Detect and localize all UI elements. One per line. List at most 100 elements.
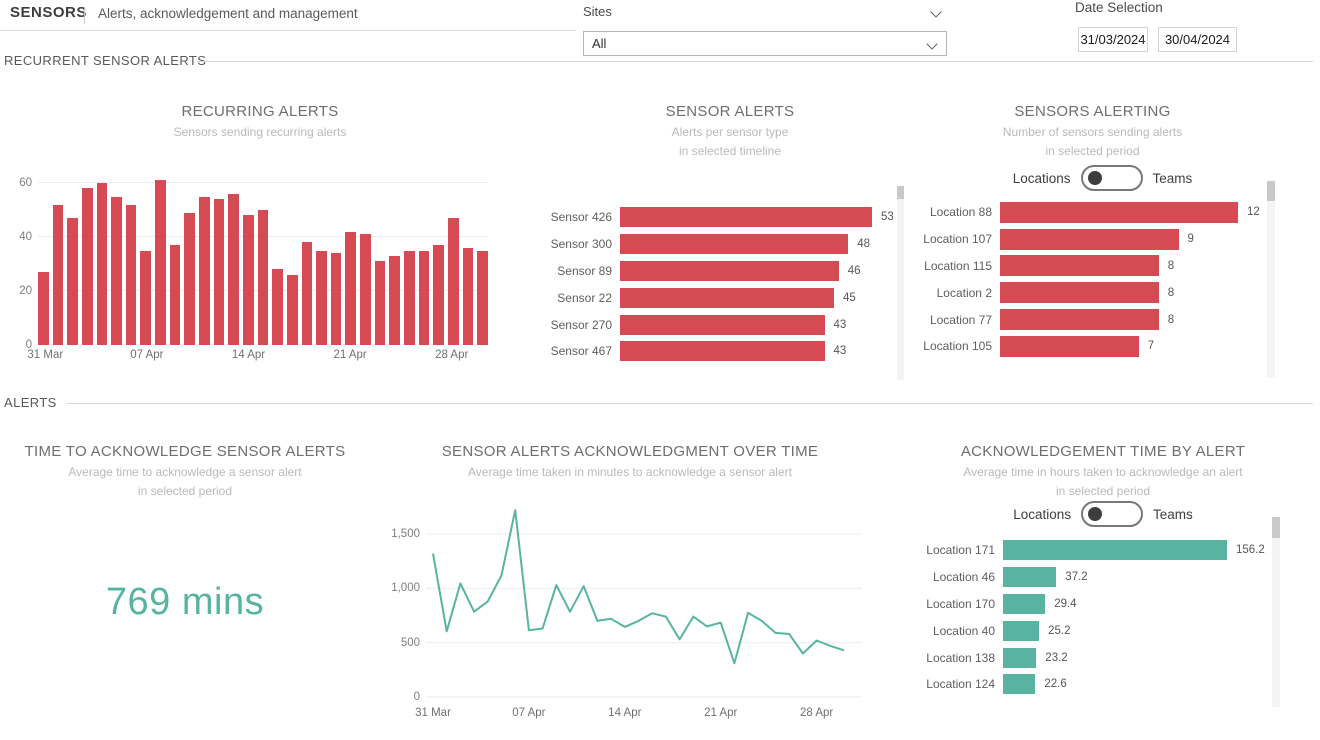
chart-subtitle: Sensors sending recurring alerts bbox=[10, 125, 510, 139]
bar[interactable] bbox=[1000, 229, 1179, 250]
scrollbar-thumb[interactable] bbox=[897, 186, 904, 199]
bar[interactable] bbox=[389, 256, 400, 345]
category-label: Sensor 89 bbox=[528, 264, 612, 278]
bar[interactable] bbox=[67, 218, 78, 345]
scrollbar[interactable] bbox=[897, 186, 904, 380]
x-tick-label: 28 Apr bbox=[800, 707, 833, 719]
bar[interactable] bbox=[184, 213, 195, 345]
bar[interactable] bbox=[1003, 567, 1056, 587]
bar[interactable] bbox=[1000, 202, 1238, 223]
bar[interactable] bbox=[126, 205, 137, 345]
value-label: 53 bbox=[881, 211, 894, 223]
bar[interactable] bbox=[1003, 621, 1039, 641]
bar[interactable] bbox=[404, 251, 415, 346]
bar-row: Location 13823.2 bbox=[895, 644, 1270, 671]
chart-title: ACKNOWLEDGEMENT TIME BY ALERT bbox=[895, 443, 1311, 460]
date-from-input[interactable]: 31/03/2024 bbox=[1078, 27, 1148, 52]
value-label: 8 bbox=[1168, 314, 1174, 326]
bar[interactable] bbox=[345, 232, 356, 345]
toggle-right-label[interactable]: Teams bbox=[1153, 171, 1193, 186]
toggle-knob bbox=[1088, 171, 1102, 185]
bar[interactable] bbox=[258, 210, 269, 345]
chart-acknowledgement-time-by-alert: ACKNOWLEDGEMENT TIME BY ALERT Average ti… bbox=[895, 435, 1320, 740]
bar[interactable] bbox=[243, 215, 254, 345]
bar[interactable] bbox=[228, 194, 239, 345]
bar-row: Sensor 426 53 bbox=[528, 204, 898, 231]
bar[interactable] bbox=[1000, 255, 1159, 276]
scrollbar[interactable] bbox=[1272, 517, 1280, 707]
bar-row: Location 1158 bbox=[915, 253, 1265, 280]
bar[interactable] bbox=[140, 251, 151, 346]
x-tick-label: 31 Mar bbox=[415, 707, 451, 719]
bar[interactable] bbox=[620, 207, 872, 227]
sites-dropdown[interactable]: All bbox=[583, 31, 947, 56]
category-label: Sensor 426 bbox=[528, 210, 612, 224]
bar[interactable] bbox=[360, 234, 371, 345]
bar[interactable] bbox=[214, 199, 225, 345]
bar[interactable] bbox=[1003, 540, 1227, 560]
bar[interactable] bbox=[97, 183, 108, 345]
scrollbar[interactable] bbox=[1267, 181, 1275, 378]
bar[interactable] bbox=[419, 251, 430, 346]
x-tick-label: 21 Apr bbox=[333, 349, 366, 361]
bar[interactable] bbox=[272, 269, 283, 345]
value-label: 25.2 bbox=[1048, 625, 1070, 637]
bar[interactable] bbox=[199, 197, 210, 346]
bar[interactable] bbox=[170, 245, 181, 345]
chevron-down-icon[interactable] bbox=[930, 6, 941, 17]
bar[interactable] bbox=[620, 315, 825, 335]
x-tick-label: 14 Apr bbox=[232, 349, 265, 361]
bar[interactable] bbox=[433, 245, 444, 345]
bar[interactable] bbox=[1003, 648, 1036, 668]
bar[interactable] bbox=[53, 205, 64, 345]
toggle-right-label[interactable]: Teams bbox=[1153, 507, 1193, 522]
toggle-left-label[interactable]: Locations bbox=[1013, 171, 1071, 186]
chart-subtitle: Alerts per sensor type bbox=[535, 125, 925, 139]
category-label: Sensor 300 bbox=[528, 237, 612, 251]
bar[interactable] bbox=[463, 248, 474, 345]
scrollbar-thumb[interactable] bbox=[1272, 517, 1280, 538]
bar-row: Location 17029.4 bbox=[895, 591, 1270, 618]
bar[interactable] bbox=[82, 188, 93, 345]
bar[interactable] bbox=[316, 251, 327, 346]
page-subtitle: Alerts, acknowledgement and management bbox=[98, 6, 358, 21]
toggle-left-label[interactable]: Locations bbox=[1013, 507, 1071, 522]
bar-row: Location 4025.2 bbox=[895, 617, 1270, 644]
bar[interactable] bbox=[1000, 282, 1159, 303]
line-series[interactable] bbox=[433, 510, 844, 663]
bar[interactable] bbox=[1003, 594, 1045, 614]
bar[interactable] bbox=[155, 180, 166, 345]
bar[interactable] bbox=[38, 272, 49, 345]
value-label: 156.2 bbox=[1236, 544, 1265, 556]
line-plot-area[interactable] bbox=[426, 505, 862, 701]
chart-subtitle: Average time in hours taken to acknowled… bbox=[895, 465, 1311, 479]
x-axis: 31 Mar07 Apr14 Apr21 Apr28 Apr bbox=[426, 707, 862, 723]
chart-subtitle: Number of sensors sending alerts bbox=[915, 125, 1270, 139]
date-to-input[interactable]: 30/04/2024 bbox=[1158, 27, 1237, 52]
bar[interactable] bbox=[1003, 674, 1035, 694]
category-label: Location 115 bbox=[915, 259, 992, 273]
page-title: SENSORS bbox=[10, 4, 87, 21]
bar[interactable] bbox=[448, 218, 459, 345]
bar[interactable] bbox=[620, 341, 825, 361]
bar-rows: Location 8812Location 1079Location 1158L… bbox=[915, 199, 1265, 360]
bar[interactable] bbox=[1000, 336, 1139, 357]
bar[interactable] bbox=[375, 261, 386, 345]
toggle-switch[interactable] bbox=[1081, 165, 1143, 191]
bar[interactable] bbox=[287, 275, 298, 345]
bar[interactable] bbox=[477, 251, 488, 346]
category-label: Sensor 467 bbox=[528, 344, 612, 358]
scrollbar-thumb[interactable] bbox=[1267, 181, 1275, 201]
chart-time-to-acknowledge: TIME TO ACKNOWLEDGE SENSOR ALERTS Averag… bbox=[10, 435, 360, 735]
bar[interactable] bbox=[331, 253, 342, 345]
bar[interactable] bbox=[620, 234, 848, 254]
toggle-switch[interactable] bbox=[1081, 501, 1143, 527]
bar[interactable] bbox=[111, 197, 122, 346]
y-axis: 0204060 bbox=[10, 179, 32, 345]
bar[interactable] bbox=[620, 288, 834, 308]
bar[interactable] bbox=[1000, 309, 1159, 330]
bar[interactable] bbox=[620, 261, 839, 281]
value-label: 43 bbox=[834, 345, 847, 357]
chart-subtitle: Average time taken in minutes to acknowl… bbox=[380, 465, 880, 479]
bar[interactable] bbox=[302, 242, 313, 345]
